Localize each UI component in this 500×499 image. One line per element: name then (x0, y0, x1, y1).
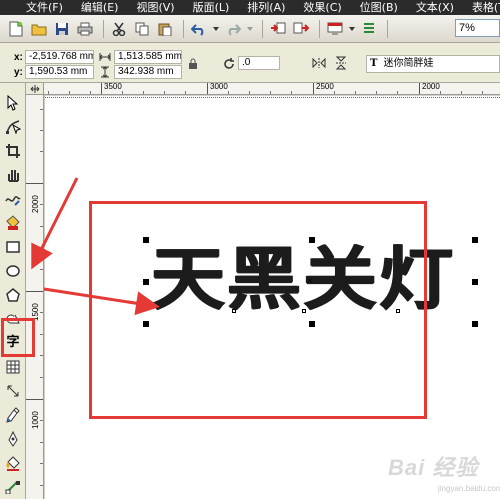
toolbar-separator (183, 19, 184, 38)
table-tool-icon[interactable] (3, 357, 23, 377)
ellipse-tool-icon[interactable] (3, 261, 23, 281)
polygon-tool-icon[interactable] (3, 285, 23, 305)
ruler-label: 1500 (31, 303, 40, 321)
eyedropper-tool-icon[interactable] (3, 405, 23, 425)
undo-dropdown-icon[interactable] (212, 19, 220, 39)
menu-edit[interactable]: 编辑(E) (81, 0, 119, 15)
toolbar-separator (103, 19, 104, 38)
options-icon[interactable] (359, 19, 379, 39)
width-field[interactable]: 1,513.585 mm (114, 50, 182, 64)
app-launcher-icon[interactable] (325, 19, 345, 39)
shape-tool-icon[interactable] (3, 117, 23, 137)
menu-arrange[interactable]: 排列(A) (247, 0, 285, 15)
outline-pen-tool-icon[interactable] (3, 429, 23, 449)
page-border-guide (45, 97, 500, 98)
smart-fill-tool-icon[interactable] (3, 213, 23, 233)
toolbar-separator (262, 19, 263, 38)
menu-bitmaps[interactable]: 位图(B) (360, 0, 398, 15)
toolbox: 字 (0, 83, 26, 499)
menu-view[interactable]: 视图(V) (136, 0, 174, 15)
menu-table[interactable]: 表格(T) (472, 0, 500, 15)
freehand-tool-icon[interactable] (3, 189, 23, 209)
mirror-vertical-icon[interactable] (334, 56, 348, 70)
property-bar: x: y: -2,519.768 mm 1,590.53 mm 1,513.58… (0, 43, 500, 83)
menu-effects[interactable]: 效果(C) (303, 0, 341, 15)
interactive-fill-tool-icon[interactable] (3, 477, 23, 497)
height-icon (98, 65, 112, 79)
ruler-label: 2000 (422, 83, 440, 91)
width-icon (98, 50, 112, 64)
zoom-level-field[interactable]: 7% (455, 19, 500, 37)
height-field[interactable]: 342.938 mm (114, 65, 182, 79)
selection-handle[interactable] (472, 237, 478, 243)
watermark-url: jingyan.baidu.com (438, 484, 500, 493)
vertical-ruler[interactable]: 2000 1500 1000 (26, 95, 44, 499)
highlight-tool-box (1, 318, 35, 357)
menu-file[interactable]: 文件(F) (26, 0, 63, 15)
x-position-field[interactable]: -2,519.768 mm (25, 50, 94, 64)
undo-icon[interactable] (189, 19, 209, 39)
ruler-label: 1000 (31, 411, 40, 429)
open-icon[interactable] (29, 19, 49, 39)
rotation-field[interactable]: .0 (238, 56, 280, 70)
print-icon[interactable] (75, 19, 95, 39)
paste-icon[interactable] (155, 19, 175, 39)
save-icon[interactable] (52, 19, 72, 39)
selection-handle[interactable] (472, 321, 478, 327)
highlight-rectangle (89, 201, 427, 419)
fill-tool-icon[interactable] (3, 453, 23, 473)
crop-tool-icon[interactable] (3, 141, 23, 161)
dimension-tool-icon[interactable] (3, 381, 23, 401)
x-label: x: (14, 52, 23, 63)
ruler-label: 3500 (104, 83, 122, 91)
font-type-icon: T (370, 58, 378, 69)
copy-icon[interactable] (132, 19, 152, 39)
lock-ratio-icon[interactable] (186, 57, 200, 71)
ruler-label: 2500 (316, 83, 334, 91)
toolbar-separator (319, 19, 320, 38)
export-icon[interactable] (291, 19, 311, 39)
mirror-horizontal-icon[interactable] (312, 56, 326, 70)
redo-icon[interactable] (223, 19, 243, 39)
selection-handle[interactable] (472, 279, 478, 285)
cut-icon[interactable] (109, 19, 129, 39)
menu-text[interactable]: 文本(X) (416, 0, 454, 15)
new-icon[interactable] (6, 19, 26, 39)
y-position-field[interactable]: 1,590.53 mm (25, 65, 94, 79)
pan-tool-icon[interactable] (3, 165, 23, 185)
app-launcher-dropdown-icon[interactable] (348, 19, 356, 39)
font-name: 迷你简胖娃 (383, 58, 434, 69)
menu-layout[interactable]: 版面(L) (193, 0, 230, 15)
ruler-label: 3000 (210, 83, 228, 91)
ruler-label: 2000 (31, 195, 40, 213)
ruler-origin[interactable] (26, 83, 44, 95)
rotate-icon (222, 57, 236, 71)
pick-tool-icon[interactable] (3, 93, 23, 113)
standard-toolbar: 7% (0, 15, 500, 43)
horizontal-ruler[interactable]: 3500 3000 2500 2000 (44, 83, 500, 95)
menu-bar: 文件(F) 编辑(E) 视图(V) 版面(L) 排列(A) 效果(C) 位图(B… (0, 0, 500, 15)
y-label: y: (14, 67, 23, 78)
import-icon[interactable] (268, 19, 288, 39)
font-list-dropdown[interactable]: T 迷你简胖娃 (366, 55, 500, 73)
redo-dropdown-icon[interactable] (246, 19, 254, 39)
toolbar-separator (387, 19, 388, 38)
watermark-logo: Bai 经验 (388, 455, 479, 480)
rectangle-tool-icon[interactable] (3, 237, 23, 257)
